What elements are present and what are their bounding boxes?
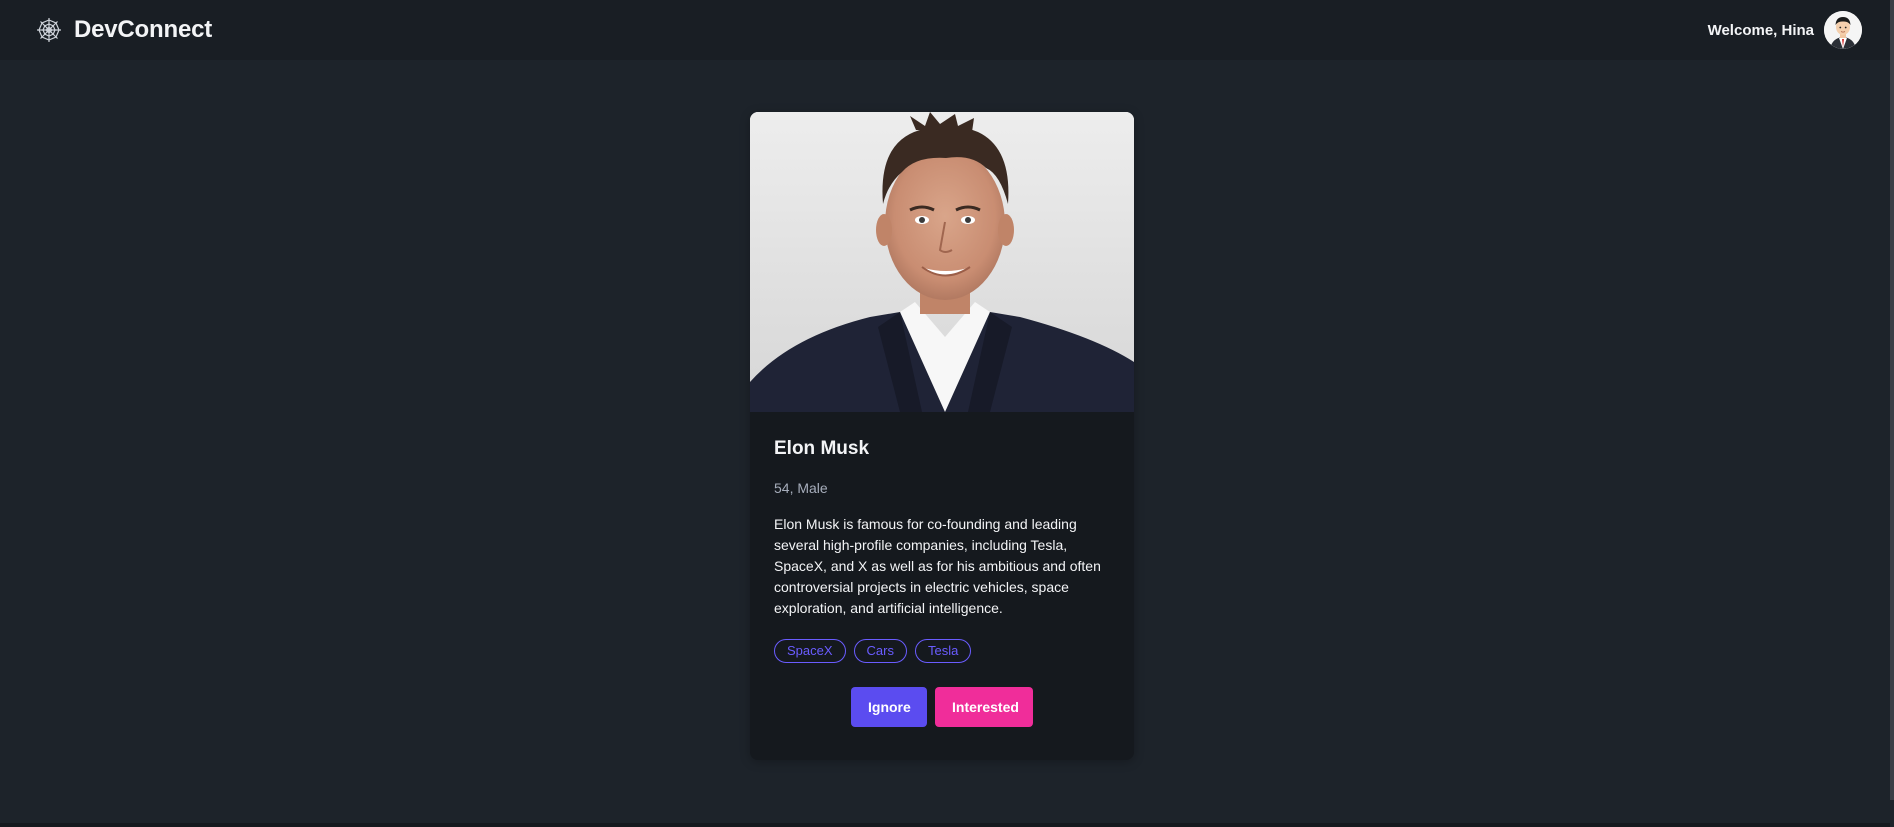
- profile-about: Elon Musk is famous for co-founding and …: [774, 516, 1101, 616]
- ignore-button[interactable]: Ignore: [851, 687, 927, 727]
- card-actions: Ignore Interested: [774, 687, 1110, 727]
- skills-list: SpaceX Cars Tesla: [774, 639, 1110, 663]
- card-body: Elon Musk 54, Male Elon Musk is famous f…: [750, 412, 1134, 727]
- navbar: DevConnect Welcome, Hina: [0, 0, 1890, 60]
- profile-photo: [750, 112, 1134, 412]
- user-avatar[interactable]: [1824, 11, 1862, 49]
- interested-button[interactable]: Interested: [935, 687, 1033, 727]
- skill-badge: Tesla: [915, 639, 972, 663]
- skill-badge: Cars: [853, 639, 907, 663]
- page-bottom-edge: [0, 823, 1890, 827]
- profile-name: Elon Musk: [774, 438, 870, 459]
- welcome-text: Welcome, Hina: [1707, 21, 1814, 39]
- skill-badge: SpaceX: [774, 639, 846, 663]
- user-area: Welcome, Hina: [1708, 11, 1862, 49]
- profile-card: Elon Musk 54, Male Elon Musk is famous f…: [750, 112, 1134, 760]
- profile-age-gender: 54, Male: [774, 480, 828, 496]
- brand-name: DevConnect: [74, 16, 213, 43]
- spiderweb-icon: [36, 17, 62, 43]
- scrollbar[interactable]: [1890, 0, 1894, 800]
- brand-link[interactable]: DevConnect: [36, 16, 212, 44]
